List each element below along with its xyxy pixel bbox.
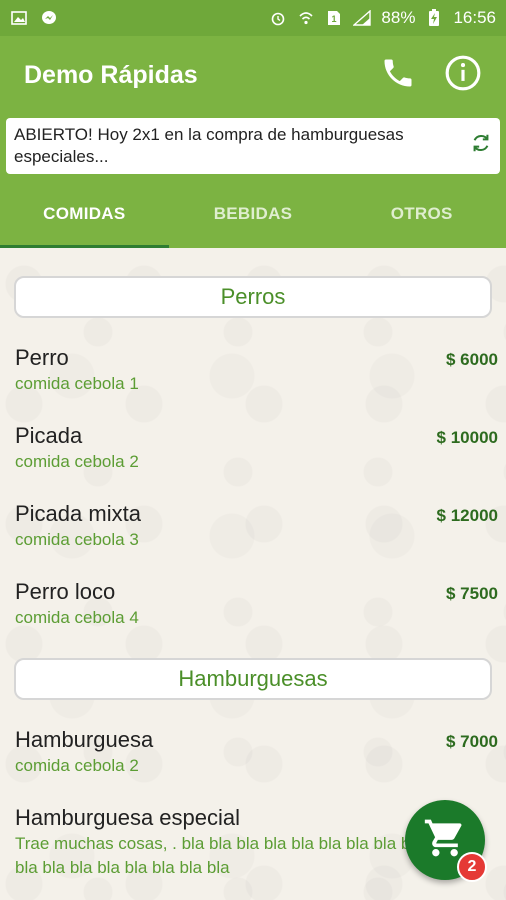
item-name: Picada — [15, 423, 83, 448]
item-name: Perro — [15, 345, 69, 370]
alarm-icon — [269, 10, 287, 26]
notice-container: ABIERTO! Hoy 2x1 en la compra de hamburg… — [0, 114, 506, 180]
item-description: comida cebola 2 — [15, 452, 139, 471]
list-item[interactable]: Picada mixta comida cebola 3 $ 12000 — [0, 500, 506, 552]
battery-charging-icon — [425, 9, 443, 26]
tab-comidas[interactable]: COMIDAS — [0, 180, 169, 248]
item-price: $ 10000 — [436, 428, 498, 447]
notice-banner: ABIERTO! Hoy 2x1 en la compra de hamburg… — [6, 118, 500, 174]
battery-text: 88% — [381, 8, 416, 27]
tab-otros[interactable]: OTROS — [337, 180, 506, 248]
section-header-hamburguesas: Hamburguesas — [14, 658, 492, 700]
item-price: $ 6000 — [446, 350, 498, 369]
item-description: comida cebola 1 — [15, 374, 139, 393]
item-description: comida cebola 4 — [15, 608, 139, 627]
tab-bebidas[interactable]: BEBIDAS — [169, 180, 338, 248]
list-item[interactable]: Picada comida cebola 2 $ 10000 — [0, 422, 506, 474]
section-header-perros: Perros — [14, 276, 492, 318]
item-price: $ 12000 — [436, 506, 498, 525]
list-item[interactable]: Perro loco comida cebola 4 $ 7500 — [0, 578, 506, 630]
phone-icon[interactable] — [380, 55, 416, 96]
wifi-icon — [297, 10, 315, 26]
clock: 16:56 — [453, 8, 496, 27]
list-item[interactable]: Hamburguesa comida cebola 2 $ 7000 — [0, 726, 506, 778]
messenger-icon — [40, 10, 58, 26]
item-name: Picada mixta — [15, 501, 141, 526]
cart-count-badge: 2 — [457, 852, 487, 882]
item-price: $ 7000 — [446, 732, 498, 751]
item-price: $ 7500 — [446, 584, 498, 603]
item-name: Perro loco — [15, 579, 116, 604]
item-description: comida cebola 2 — [15, 756, 139, 775]
status-bar: 1 88% 16:56 — [0, 0, 506, 36]
signal-icon — [353, 10, 372, 26]
sim-icon: 1 — [325, 10, 343, 26]
notice-text: ABIERTO! Hoy 2x1 en la compra de hamburg… — [14, 125, 404, 166]
app-bar: Demo Rápidas — [0, 36, 506, 114]
item-description: comida cebola 3 — [15, 530, 139, 549]
image-icon — [10, 10, 28, 26]
tab-bar: COMIDAS BEBIDAS OTROS — [0, 180, 506, 248]
svg-text:1: 1 — [332, 14, 337, 24]
item-name: Hamburguesa — [15, 727, 154, 752]
list-item[interactable]: Perro comida cebola 1 $ 6000 — [0, 344, 506, 396]
refresh-icon[interactable] — [470, 132, 492, 160]
info-icon[interactable] — [444, 54, 482, 97]
app-title: Demo Rápidas — [24, 60, 198, 89]
